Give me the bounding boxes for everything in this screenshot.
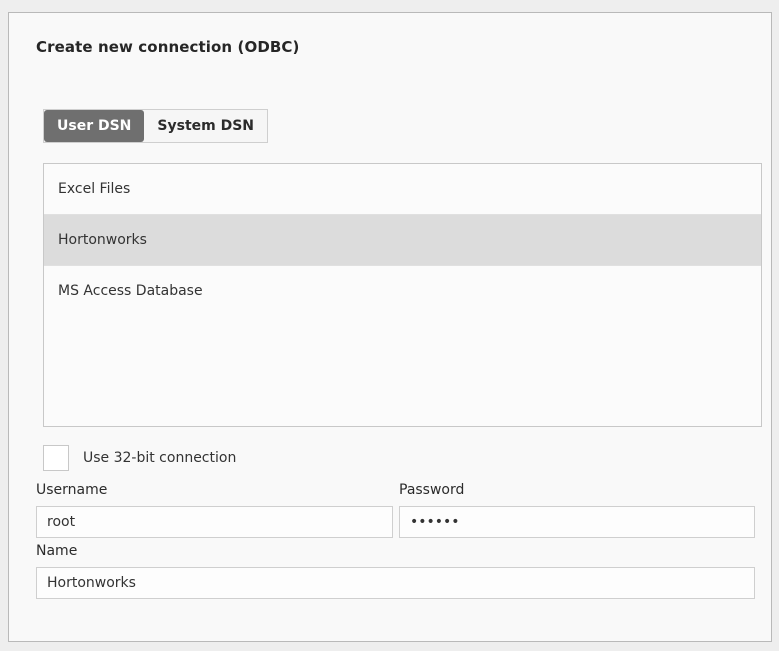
use-32bit-label: Use 32-bit connection bbox=[83, 450, 237, 466]
name-label: Name bbox=[36, 543, 78, 559]
dsn-item-ms-access-database[interactable]: MS Access Database bbox=[44, 266, 761, 316]
dsn-item-excel-files[interactable]: Excel Files bbox=[44, 164, 761, 215]
use-32bit-row: Use 32-bit connection bbox=[43, 443, 236, 473]
username-label: Username bbox=[36, 482, 108, 498]
tab-user-dsn[interactable]: User DSN bbox=[44, 110, 145, 142]
username-field[interactable] bbox=[36, 506, 393, 538]
dsn-list: Excel Files Hortonworks MS Access Databa… bbox=[43, 163, 762, 427]
dialog-title: Create new connection (ODBC) bbox=[36, 38, 300, 56]
name-field[interactable] bbox=[36, 567, 755, 599]
password-label: Password bbox=[399, 482, 465, 498]
use-32bit-checkbox[interactable] bbox=[43, 445, 69, 471]
dsn-item-hortonworks[interactable]: Hortonworks bbox=[44, 215, 761, 266]
create-connection-dialog: Create new connection (ODBC) User DSN Sy… bbox=[8, 12, 772, 642]
tab-system-dsn[interactable]: System DSN bbox=[144, 110, 267, 142]
password-field[interactable] bbox=[399, 506, 755, 538]
dsn-tab-group: User DSN System DSN bbox=[43, 109, 269, 143]
